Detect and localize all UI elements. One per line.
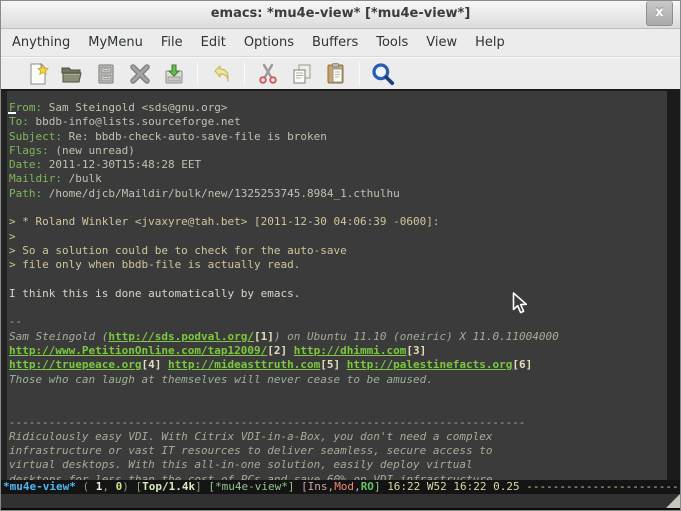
- open-folder-icon: [60, 62, 84, 86]
- signature-aphorism: Those who can laugh at themselves will n…: [9, 373, 667, 387]
- undo-icon: [209, 62, 233, 86]
- file-cabinet-icon: [94, 62, 118, 86]
- menu-mymenu[interactable]: MyMenu: [79, 29, 152, 56]
- blank-line: [9, 273, 667, 287]
- footnote-ref: [6]: [512, 358, 532, 371]
- search-icon: [370, 61, 396, 87]
- header-path: Path: /home/djcb/Maildir/bulk/new/132525…: [9, 187, 667, 201]
- message-text-area: From: Sam Steingold <sds@gnu.org> To: bb…: [7, 91, 667, 480]
- signature-line-2: http://www.PetitionOnline.com/tap12009/[…: [9, 344, 667, 358]
- modeline-time-info: 16:22 W52 16:22 0.25: [387, 480, 526, 493]
- toolbar-separator: [197, 62, 198, 86]
- message-body-line: I think this is done automatically by em…: [9, 287, 667, 301]
- footnote-ref: [3]: [406, 344, 426, 357]
- paste-clipboard-icon: [324, 62, 348, 86]
- signature-separator: --: [9, 315, 667, 329]
- dired-button[interactable]: [89, 60, 123, 88]
- modeline-readonly-flag: RO: [361, 480, 374, 493]
- footnote-ref: [1]: [254, 330, 274, 343]
- link-mideasttruth[interactable]: http://mideasttruth.com: [168, 358, 320, 371]
- quoted-line: > * Roland Winkler <jvaxyre@tah.bet> [20…: [9, 215, 667, 229]
- header-maildir: Maildir: /bulk: [9, 172, 667, 186]
- menu-view[interactable]: View: [417, 29, 466, 56]
- echo-area[interactable]: [1, 494, 680, 510]
- link-truepeace[interactable]: http://truepeace.org: [9, 358, 141, 371]
- menu-options[interactable]: Options: [235, 29, 303, 56]
- kill-buffer-button[interactable]: [123, 60, 157, 88]
- signature-line-3: http://truepeace.org[4] http://mideasttr…: [9, 358, 667, 372]
- link-sds-podval[interactable]: http://sds.podval.org/: [108, 330, 254, 343]
- header-date: Date: 2011-12-30T15:48:28 EET: [9, 158, 667, 172]
- link-dhimmi[interactable]: http://dhimmi.com: [294, 344, 407, 357]
- ad-separator: ----------------------------------------…: [9, 416, 667, 430]
- blank-line: [9, 301, 667, 315]
- quoted-line: > So a solution could be to check for th…: [9, 244, 667, 258]
- ad-line: Ridiculously easy VDI. With Citrix VDI-i…: [9, 430, 667, 444]
- footnote-ref: [4]: [141, 358, 161, 371]
- footnote-ref: [5]: [320, 358, 340, 371]
- cut-button[interactable]: [251, 60, 285, 88]
- blank-line: [9, 387, 667, 401]
- header-subject: Subject: Re: bbdb-check-auto-save-file i…: [9, 130, 667, 144]
- modeline-position: Top/1.4k: [142, 480, 195, 493]
- blank-line: [9, 401, 667, 415]
- signature-line-1: Sam Steingold (http://sds.podval.org/[1]…: [9, 330, 667, 344]
- menu-edit[interactable]: Edit: [192, 29, 235, 56]
- open-file-button[interactable]: [55, 60, 89, 88]
- titlebar[interactable]: emacs: *mu4e-view* [*mu4e-view*] x: [1, 1, 680, 29]
- menu-tools[interactable]: Tools: [367, 29, 417, 56]
- header-flags: Flags: (new unread): [9, 144, 667, 158]
- new-file-icon: [26, 62, 50, 86]
- header-from: From: Sam Steingold <sds@gnu.org>: [9, 101, 667, 115]
- header-to: To: bbdb-info@lists.sourceforge.net: [9, 115, 667, 129]
- undo-button[interactable]: [204, 60, 238, 88]
- paste-button[interactable]: [319, 60, 353, 88]
- menu-anything[interactable]: Anything: [3, 29, 79, 56]
- quoted-line: >: [9, 230, 667, 244]
- modeline-modified-flag: Mod: [334, 480, 354, 493]
- copy-button[interactable]: [285, 60, 319, 88]
- close-x-icon: [128, 62, 152, 86]
- menu-help[interactable]: Help: [466, 29, 514, 56]
- menu-buffers[interactable]: Buffers: [303, 29, 367, 56]
- modeline[interactable]: *mu4e-view* ( 1, 0) [Top/1.4k] [*mu4e-vi…: [1, 480, 680, 494]
- modeline-buffer-name: *mu4e-view*: [3, 480, 76, 493]
- copy-icon: [290, 62, 314, 86]
- mu4e-view-buffer[interactable]: From: Sam Steingold <sds@gnu.org> To: bb…: [1, 91, 680, 480]
- toolbar: [1, 57, 680, 91]
- ad-line: desktops for less than the cost of PCs a…: [9, 473, 667, 480]
- new-file-button[interactable]: [21, 60, 55, 88]
- scrollbar-area[interactable]: [667, 91, 680, 480]
- menubar: Anything MyMenu File Edit Options Buffer…: [1, 29, 680, 57]
- ad-line: infrastructure or vast IT resources to d…: [9, 444, 667, 458]
- modeline-dashes: --------------------------------: [526, 480, 680, 493]
- close-button[interactable]: x: [646, 1, 673, 26]
- quoted-line: > file only when bbdb-file is actually r…: [9, 258, 667, 272]
- footnote-ref: [2]: [267, 344, 287, 357]
- toolbar-separator: [244, 62, 245, 86]
- modeline-buffer-name-2: [*mu4e-view*]: [208, 480, 301, 493]
- ad-line: virtual desktops. With this all-in-one s…: [9, 458, 667, 472]
- blank-line: [9, 201, 667, 215]
- emacs-window: emacs: *mu4e-view* [*mu4e-view*] x Anyth…: [0, 0, 681, 511]
- cut-scissors-icon: [256, 62, 280, 86]
- menu-file[interactable]: File: [152, 29, 192, 56]
- window-title: emacs: *mu4e-view* [*mu4e-view*]: [1, 1, 680, 27]
- resize-grip[interactable]: [666, 494, 680, 508]
- text-cursor: [8, 112, 16, 114]
- toolbar-separator: [359, 62, 360, 86]
- search-button[interactable]: [366, 60, 400, 88]
- link-palestinefacts[interactable]: http://palestinefacts.org: [347, 358, 513, 371]
- link-petitiononline[interactable]: http://www.PetitionOnline.com/tap12009/: [9, 344, 267, 357]
- save-icon: [162, 62, 186, 86]
- save-buffer-button[interactable]: [157, 60, 191, 88]
